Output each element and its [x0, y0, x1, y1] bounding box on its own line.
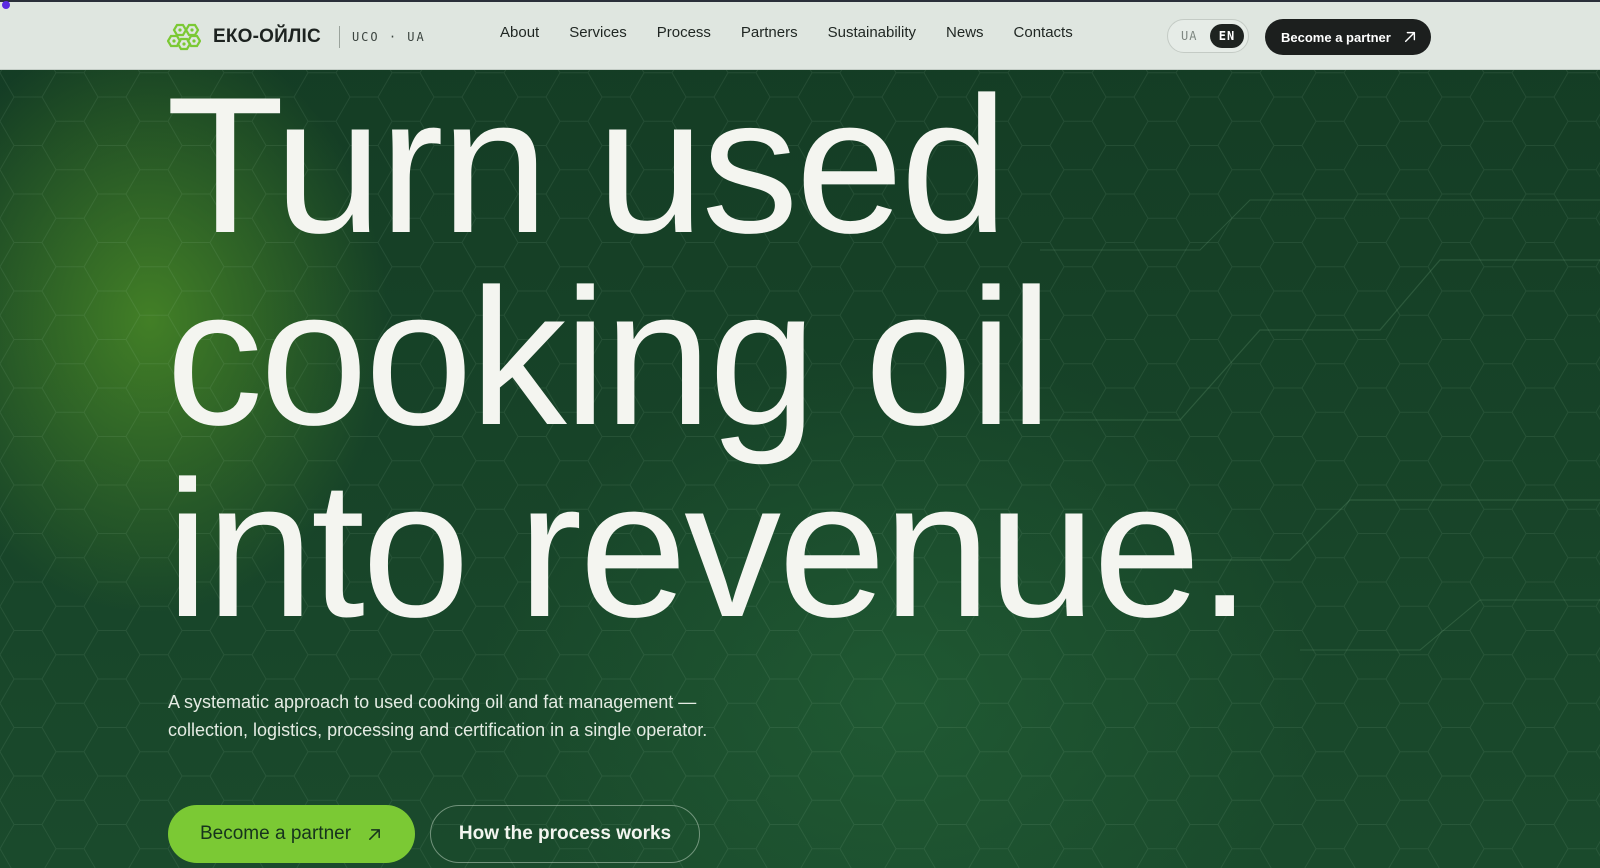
nav-item-services[interactable]: Services	[569, 24, 627, 41]
hero-section: Turn used cooking oil into revenue. A sy…	[0, 0, 1600, 868]
arrow-up-right-icon	[369, 828, 380, 840]
brand-tag: UCO · UA	[351, 30, 426, 44]
subtitle-line-1: A systematic approach to used cooking oi…	[168, 692, 697, 712]
top-navigation-bar: ЕКО-ОЙЛІС UCO · UA About Services Proces…	[0, 0, 1600, 70]
become-partner-hero-label: Become a partner	[200, 823, 352, 844]
headline-line-2: cooking oil	[166, 249, 1053, 466]
how-process-works-button[interactable]: How the process works	[430, 805, 700, 863]
nav-item-partners[interactable]: Partners	[741, 24, 798, 41]
arrow-up-right-icon	[1404, 31, 1415, 43]
become-partner-hero-button[interactable]: Become a partner	[168, 805, 415, 863]
subtitle-line-2: collection, logistics, processing and ce…	[168, 720, 708, 740]
brand-logo[interactable]: ЕКО-ОЙЛІС UCO · UA	[167, 22, 426, 52]
nav-item-contacts[interactable]: Contacts	[1014, 24, 1073, 41]
logo-divider	[338, 26, 340, 48]
molecule-logo-icon	[167, 23, 201, 51]
language-option-ua[interactable]: UA	[1181, 29, 1197, 43]
nav-item-news[interactable]: News	[946, 24, 984, 41]
become-partner-header-label: Become a partner	[1281, 29, 1391, 45]
main-nav: About Services Process Partners Sustaina…	[500, 24, 1103, 41]
become-partner-header-button[interactable]: Become a partner	[1265, 19, 1431, 55]
nav-item-sustainability[interactable]: Sustainability	[828, 24, 916, 41]
headline-line-1: Turn used	[166, 57, 1008, 274]
nav-item-about[interactable]: About	[500, 24, 539, 41]
cursor-dot	[2, 1, 10, 9]
nav-item-process[interactable]: Process	[657, 24, 711, 41]
hero-subtitle: A systematic approach to used cooking oi…	[168, 688, 808, 744]
brand-name: ЕКО-ОЙЛІС	[213, 26, 321, 47]
language-option-en[interactable]: EN	[1210, 24, 1244, 48]
language-switcher: UA EN	[1167, 19, 1249, 53]
how-process-works-label: How the process works	[458, 823, 672, 844]
headline-line-3: into revenue.	[166, 441, 1252, 658]
hero-headline: Turn used cooking oil into revenue.	[166, 57, 1252, 658]
